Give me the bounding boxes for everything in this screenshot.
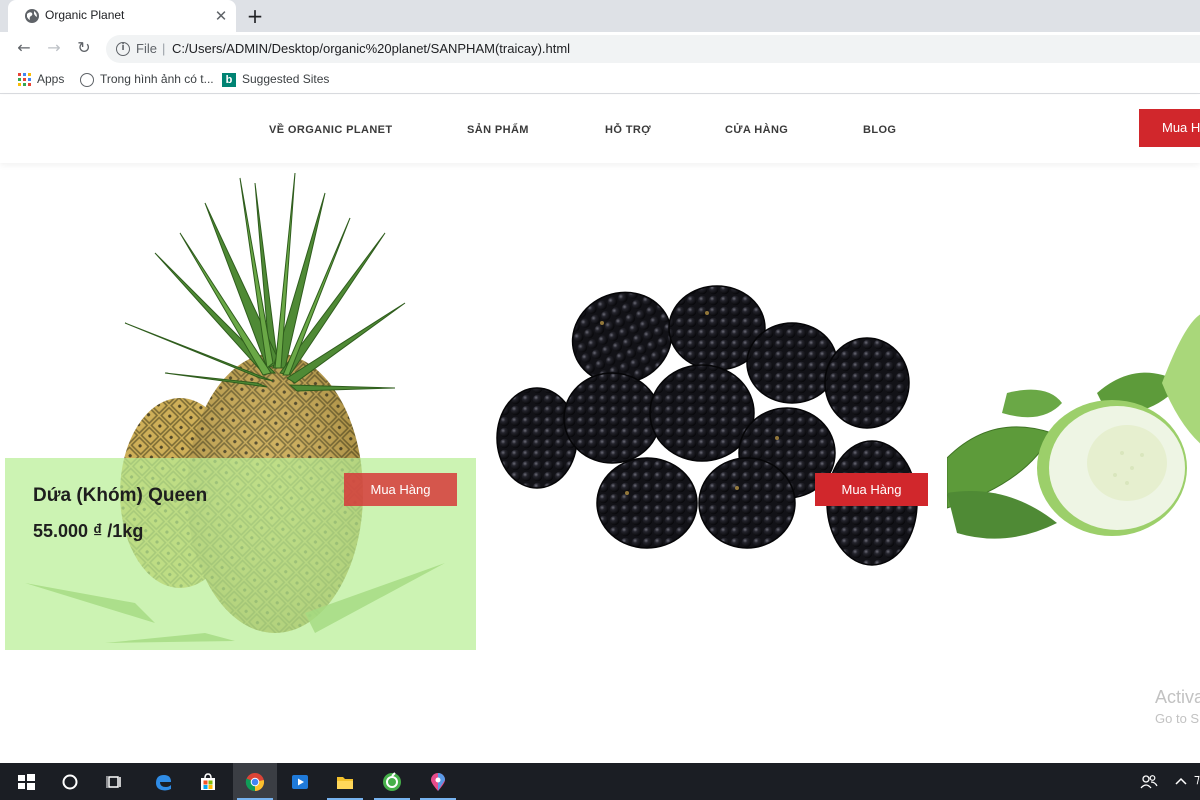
nav-blog[interactable]: BLOG [863, 124, 896, 136]
tab-title: Organic Planet [45, 8, 125, 22]
paint-3d-button[interactable] [416, 763, 460, 800]
scheme-label: File [136, 41, 157, 56]
forward-button[interactable]: → [44, 38, 64, 58]
media-player-icon [292, 775, 308, 789]
task-view-button[interactable] [93, 763, 137, 800]
buy-button[interactable]: Mua Hàng [815, 473, 928, 506]
bookmark-label: Suggested Sites [242, 72, 330, 86]
product-price: 55.000 ₫ /1kg [33, 521, 144, 541]
scheme-separator: | [162, 41, 166, 56]
back-button[interactable]: ← [14, 38, 34, 58]
info-icon[interactable]: i [116, 42, 130, 56]
apps-grid-icon [18, 73, 31, 87]
reload-button[interactable]: ↻ [74, 38, 94, 58]
product-name: Dứa (Khóm) Queen [33, 485, 208, 506]
globe-favicon-icon [25, 9, 39, 23]
bookmark-trong-hinh-anh[interactable]: Trong hình ảnh có t... [80, 70, 214, 88]
green-app-icon [383, 772, 401, 791]
chrome-icon [245, 773, 265, 792]
green-app-button[interactable] [370, 763, 414, 800]
browser-tab-strip: Organic Planet ✕ + [0, 0, 1200, 32]
nav-about[interactable]: VỀ ORGANIC PLANET [269, 124, 393, 136]
watermark-line-1: Activa [1155, 687, 1200, 707]
start-button[interactable] [4, 763, 48, 800]
tab-close-icon[interactable]: ✕ [213, 8, 229, 24]
new-tab-button[interactable]: + [244, 5, 266, 27]
url-text[interactable]: C:/Users/ADMIN/Desktop/organic%20planet/… [172, 41, 570, 56]
watermark-line-2: Go to S [1155, 711, 1200, 726]
people-icon[interactable] [1140, 773, 1158, 791]
site-header: VỀ ORGANIC PLANET SẢN PHẨM HỖ TRỢ CỬA HÀ… [0, 95, 1200, 163]
address-bar[interactable]: i File | C:/Users/ADMIN/Desktop/organic%… [106, 35, 1200, 63]
bookmark-suggested-sites[interactable]: b Suggested Sites [222, 70, 329, 88]
cortana-search-button[interactable] [48, 763, 92, 800]
chevron-up-icon[interactable] [1174, 775, 1188, 787]
chrome-button[interactable] [233, 763, 277, 800]
store-button[interactable] [186, 763, 230, 800]
nav-support[interactable]: HỖ TRỢ [605, 124, 651, 136]
task-view-icon [106, 776, 121, 788]
file-explorer-button[interactable] [323, 763, 367, 800]
file-explorer-icon [337, 777, 353, 789]
media-player-button[interactable] [278, 763, 322, 800]
product-card-blackberry: Mua Hàng [477, 163, 947, 653]
cortana-search-icon [62, 774, 78, 790]
bing-icon: b [222, 72, 236, 87]
browser-toolbar: ← → ↻ i File | C:/Users/ADMIN/Desktop/or… [0, 32, 1200, 64]
header-buy-button[interactable]: Mua Hàng [1139, 109, 1200, 147]
product-grid: Dứa (Khóm) Queen 55.000 ₫ /1kg Mua Hàng [0, 163, 1200, 763]
bookmark-apps[interactable]: Apps [18, 70, 64, 88]
product-card-guava [947, 163, 1200, 653]
globe-icon [80, 72, 94, 87]
bookmark-label: Trong hình ảnh có t... [100, 72, 214, 86]
windows-taskbar: ⁊ [0, 763, 1200, 800]
product-card-pineapple: Dứa (Khóm) Queen 55.000 ₫ /1kg Mua Hàng [5, 163, 476, 653]
guava-image [947, 314, 1200, 539]
blackberry-image [496, 285, 918, 566]
bookmark-label: Apps [37, 72, 65, 86]
buy-button[interactable]: Mua Hàng [344, 473, 457, 506]
bookmarks-bar: Apps Trong hình ảnh có t... b Suggested S… [0, 64, 1200, 94]
windows-activation-watermark: Activa Go to S [1155, 687, 1200, 726]
paint-3d-icon [431, 773, 445, 791]
browser-tab[interactable]: Organic Planet ✕ [8, 0, 236, 32]
store-icon [201, 773, 215, 790]
edge-icon [156, 775, 171, 791]
nav-stores[interactable]: CỬA HÀNG [725, 124, 788, 136]
edge-button[interactable] [141, 763, 185, 800]
windows-start-icon [18, 774, 35, 790]
nav-products[interactable]: SẢN PHẨM [467, 124, 529, 136]
tray-overflow[interactable]: ⁊ [1194, 772, 1200, 786]
